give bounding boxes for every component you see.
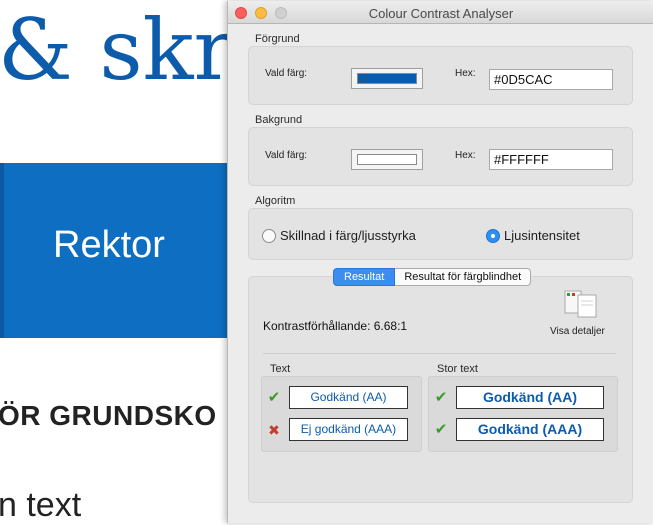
large-aa-result-box: Godkänd (AA) bbox=[456, 386, 604, 409]
background-group: Vald färg: Hex: bbox=[248, 127, 633, 186]
large-aa-result: ✔ Godkänd (AA) bbox=[433, 386, 604, 409]
text-aaa-result-box: Ej godkänd (AAA) bbox=[289, 418, 408, 441]
check-icon: ✔ bbox=[434, 421, 448, 438]
foreground-hex-input[interactable] bbox=[489, 69, 613, 90]
results-tab-bar: Resultat Resultat för färgblindhet bbox=[333, 268, 532, 286]
contrast-ratio: Kontrastförhållande: 6.68:1 bbox=[263, 319, 408, 333]
tab-results[interactable]: Resultat bbox=[333, 268, 396, 286]
contrast-analyser-window: Colour Contrast Analyser Förgrund Vald f… bbox=[227, 1, 653, 523]
background-hex-label: Hex: bbox=[455, 150, 476, 161]
background-section-label: Bakgrund bbox=[255, 114, 303, 126]
text-aa-result: ✔ Godkänd (AA) bbox=[266, 386, 408, 409]
background-hex-input[interactable] bbox=[489, 149, 613, 170]
background-color-swatch bbox=[357, 154, 417, 165]
background-page-banner-edge bbox=[0, 163, 4, 338]
text-aaa-result: ✖ Ej godkänd (AAA) bbox=[266, 418, 408, 441]
algorithm-option-luminosity-label: Ljusintensitet bbox=[504, 228, 580, 243]
window-title: Colour Contrast Analyser bbox=[368, 6, 514, 21]
large-text-results-panel: ✔ Godkänd (AA) ✔ Godkänd (AAA) bbox=[428, 376, 618, 452]
background-chosen-color-label: Vald färg: bbox=[265, 150, 308, 161]
show-details-label[interactable]: Visa detaljer bbox=[550, 326, 605, 337]
foreground-section-label: Förgrund bbox=[255, 33, 300, 45]
check-icon: ✔ bbox=[267, 389, 281, 406]
documents-icon[interactable] bbox=[563, 289, 599, 319]
algorithm-section-label: Algoritm bbox=[255, 195, 296, 207]
cross-icon: ✖ bbox=[268, 421, 280, 438]
algorithm-option-luminosity[interactable]: Ljusintensitet bbox=[486, 228, 580, 243]
large-aaa-result: ✔ Godkänd (AAA) bbox=[433, 418, 604, 441]
foreground-color-well[interactable] bbox=[351, 68, 423, 89]
radio-off-icon bbox=[262, 228, 276, 243]
background-page-body-text: n text bbox=[0, 486, 82, 524]
algorithm-group: Skillnad i färg/ljusstyrka Ljusintensite… bbox=[248, 208, 633, 260]
foreground-hex-label: Hex: bbox=[455, 68, 476, 79]
background-page-banner-text[interactable]: Rektor bbox=[53, 224, 165, 267]
tab-color-blindness-results[interactable]: Resultat för färgblindhet bbox=[395, 268, 532, 286]
foreground-group: Vald färg: Hex: bbox=[248, 46, 633, 105]
check-icon: ✔ bbox=[434, 389, 448, 406]
text-results-panel: ✔ Godkänd (AA) ✖ Ej godkänd (AAA) bbox=[261, 376, 422, 452]
large-text-results-label: Stor text bbox=[437, 363, 478, 375]
foreground-color-swatch bbox=[357, 73, 417, 84]
radio-on-icon bbox=[486, 228, 500, 243]
large-aaa-result-box: Godkänd (AAA) bbox=[456, 418, 604, 441]
results-divider bbox=[263, 353, 616, 354]
background-page-subheading: ÖR GRUNDSKO bbox=[0, 400, 217, 431]
text-results-label: Text bbox=[270, 363, 291, 375]
title-bar[interactable]: Colour Contrast Analyser bbox=[228, 1, 653, 24]
text-aa-result-box: Godkänd (AA) bbox=[289, 386, 408, 409]
background-color-well[interactable] bbox=[351, 149, 423, 170]
foreground-chosen-color-label: Vald färg: bbox=[265, 68, 308, 79]
algorithm-option-color-brightness[interactable]: Skillnad i färg/ljusstyrka bbox=[262, 228, 416, 243]
algorithm-option-color-brightness-label: Skillnad i färg/ljusstyrka bbox=[280, 228, 416, 243]
